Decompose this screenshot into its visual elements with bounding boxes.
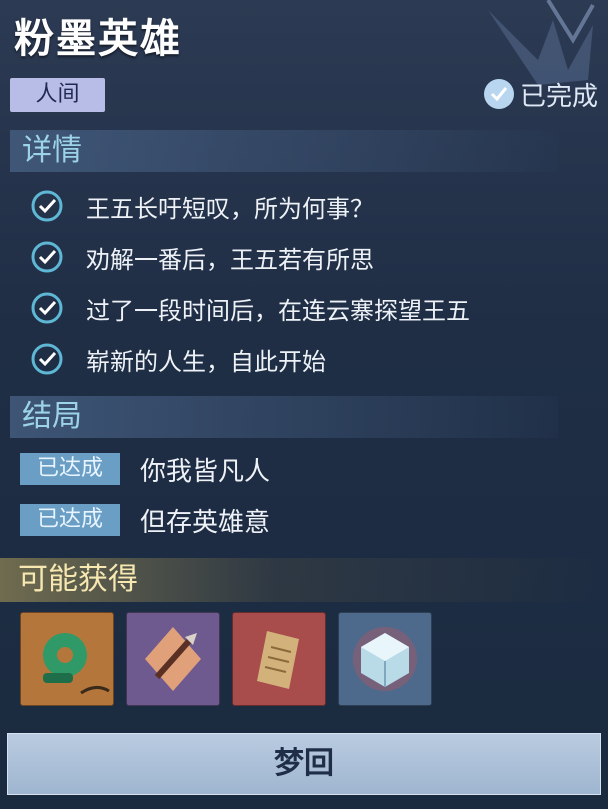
dream-return-button[interactable]: 梦回 [7, 733, 601, 795]
details-heading: 详情 [22, 133, 82, 168]
rewards-heading: 可能获得 [18, 562, 138, 597]
achieved-badge: 已达成 [20, 453, 120, 485]
task-text: 王五长吁短叹，所为何事？ [86, 194, 374, 223]
check-circle-icon [483, 79, 514, 109]
reward-item-crystal[interactable] [338, 612, 432, 706]
reward-item-document[interactable] [232, 612, 326, 706]
paper-document-icon [257, 631, 299, 689]
crystal-cube-icon [353, 627, 417, 691]
reward-item-jade[interactable] [20, 612, 114, 706]
ending-item: 已达成 你我皆凡人 [20, 449, 270, 489]
task-item: 过了一段时间后，在连云寨探望王五 [30, 288, 470, 328]
completed-status: 已完成 [483, 76, 598, 112]
jade-pendant-icon [43, 633, 110, 695]
task-text: 劝解一番后，王五若有所思 [86, 245, 374, 274]
check-circle-icon [31, 190, 63, 222]
rewards-header: 可能获得 [0, 558, 608, 602]
status-label: 已完成 [519, 81, 598, 112]
achieved-badge: 已达成 [20, 504, 120, 536]
ending-header: 结局 [10, 396, 558, 438]
realm-tag: 人间 [10, 78, 105, 112]
check-circle-icon [31, 241, 63, 273]
ending-text: 但存英雄意 [140, 507, 271, 538]
task-item: 王五长吁短叹，所为何事？ [30, 186, 374, 226]
task-text: 过了一段时间后，在连云寨探望王五 [86, 296, 470, 325]
ending-heading: 结局 [22, 399, 82, 434]
check-circle-icon [31, 292, 63, 324]
task-text: 崭新的人生，自此开始 [86, 347, 326, 376]
dagger-icon [145, 627, 201, 691]
quest-title: 粉墨英雄 [14, 16, 182, 62]
ending-text: 你我皆凡人 [140, 456, 271, 487]
ending-item: 已达成 但存英雄意 [20, 500, 270, 540]
check-circle-icon [31, 343, 63, 375]
reward-item-dagger[interactable] [126, 612, 220, 706]
task-item: 劝解一番后，王五若有所思 [30, 237, 374, 277]
task-item: 崭新的人生，自此开始 [30, 339, 326, 379]
details-header: 详情 [10, 130, 558, 172]
